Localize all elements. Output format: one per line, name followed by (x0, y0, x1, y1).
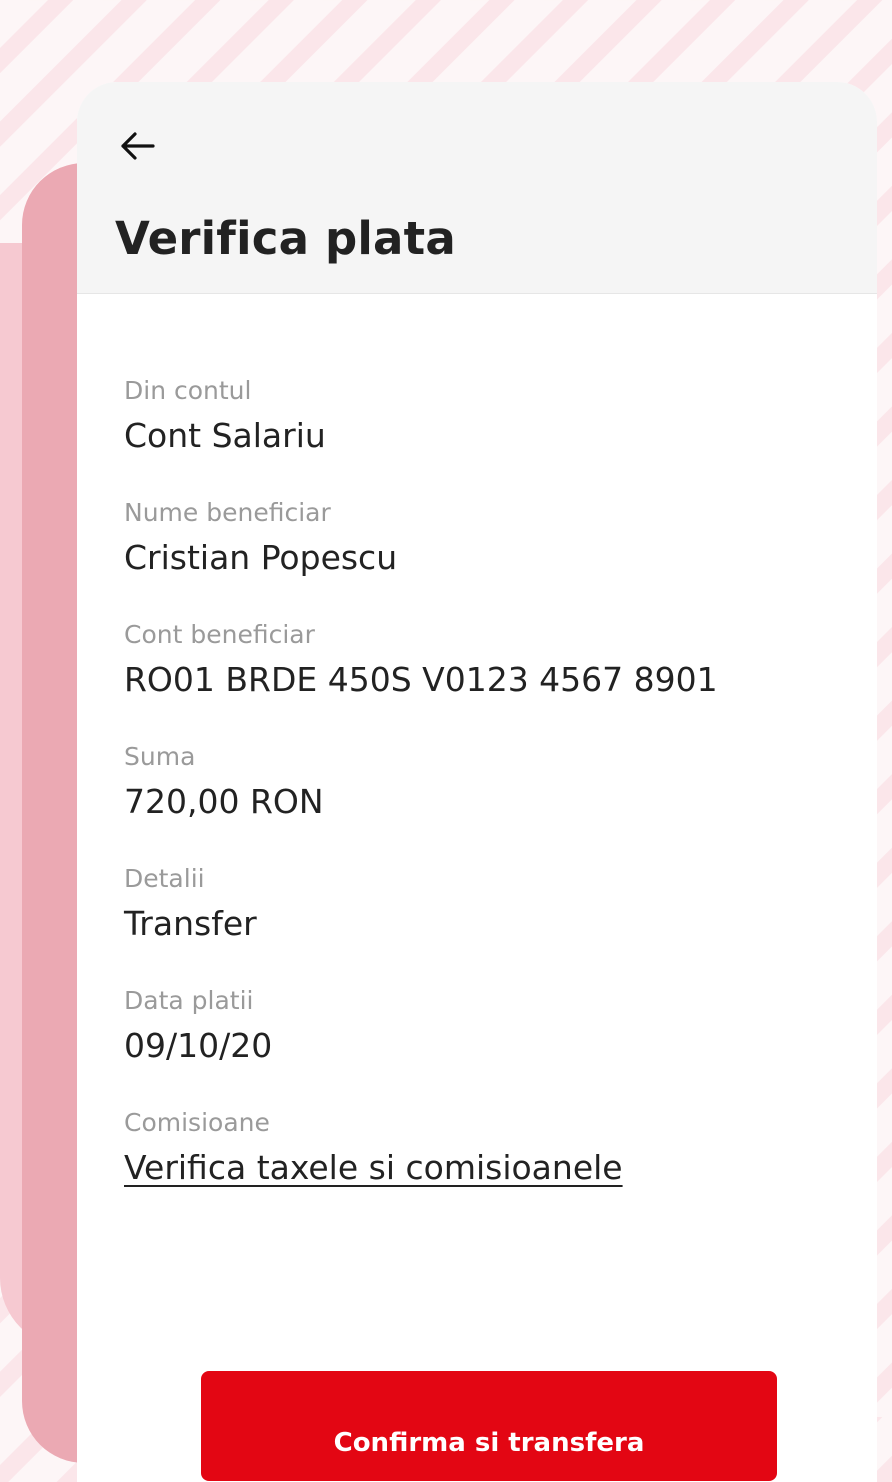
field-value: Cristian Popescu (124, 538, 398, 577)
fees-link[interactable]: Verifica taxele si comisioanele (124, 1148, 623, 1187)
back-button[interactable] (115, 124, 159, 168)
field-label: Detalii (124, 864, 205, 893)
field-value: Cont Salariu (124, 416, 326, 455)
app-header: Verifica plata (77, 82, 877, 294)
confirm-transfer-button[interactable]: Confirma si transfera (201, 1371, 777, 1481)
field-label: Nume beneficiar (124, 498, 331, 527)
field-fees: Comisioane Verifica taxele si comisioane… (124, 1106, 877, 1190)
field-beneficiary-name: Nume beneficiar Cristian Popescu (124, 496, 877, 580)
field-value: Transfer (124, 904, 257, 943)
payment-details: Din contul Cont Salariu Nume beneficiar … (77, 294, 877, 1190)
field-label: Din contul (124, 376, 252, 405)
field-label: Cont beneficiar (124, 620, 315, 649)
field-beneficiary-account: Cont beneficiar RO01 BRDE 450S V0123 456… (124, 618, 877, 702)
field-value: RO01 BRDE 450S V0123 4567 8901 (124, 660, 718, 699)
field-label: Comisioane (124, 1108, 270, 1137)
field-payment-date: Data platii 09/10/20 (124, 984, 877, 1068)
field-label: Data platii (124, 986, 254, 1015)
field-label: Suma (124, 742, 196, 771)
field-amount: Suma 720,00 RON (124, 740, 877, 824)
arrow-left-icon (121, 132, 155, 160)
field-source-account: Din contul Cont Salariu (124, 374, 877, 458)
phone-screen: Verifica plata Din contul Cont Salariu N… (77, 82, 877, 1482)
page-title: Verifica plata (115, 212, 456, 265)
field-value: 09/10/20 (124, 1026, 273, 1065)
field-value: 720,00 RON (124, 782, 324, 821)
field-details: Detalii Transfer (124, 862, 877, 946)
